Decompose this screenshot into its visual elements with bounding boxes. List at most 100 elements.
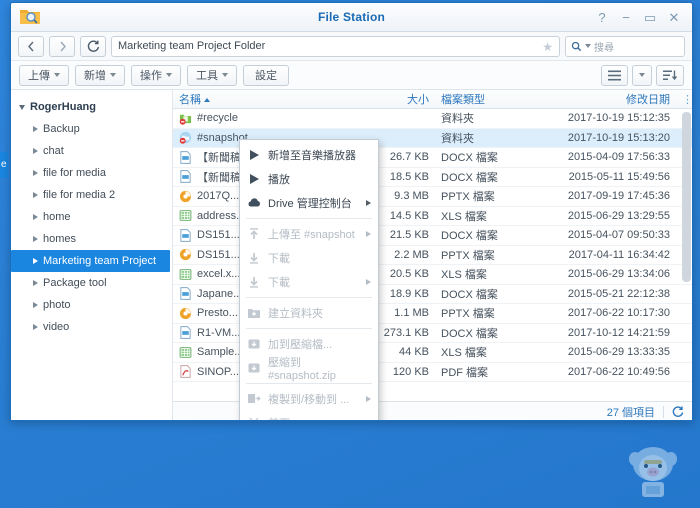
menu-item-upload-arrow: 上傳至 #snapshot (240, 222, 378, 246)
sidebar-item-marketing-team-project[interactable]: Marketing team Project (11, 250, 170, 272)
file-name: excel.x... (197, 268, 241, 281)
sidebar-item-home[interactable]: home (11, 206, 172, 228)
file-modified-date: 2017-09-19 17:45:36 (567, 190, 670, 203)
chevron-right-icon[interactable] (33, 236, 38, 242)
refresh-icon[interactable] (672, 406, 684, 418)
settings-button[interactable]: 設定 (243, 64, 289, 86)
vertical-scrollbar[interactable] (682, 110, 691, 400)
file-type: DOCX 檔案 (441, 288, 498, 301)
file-modified-date: 2017-10-19 15:12:35 (567, 112, 670, 125)
chevron-right-icon[interactable] (33, 192, 38, 198)
pptx-icon (179, 190, 192, 202)
menu-item-new-folder: 建立資料夾 (240, 301, 378, 325)
search-input[interactable]: 搜尋 (565, 35, 685, 57)
menu-item-cloud[interactable]: Drive 管理控制台 (240, 191, 378, 215)
sidebar-root-rogerhuang[interactable]: RogerHuang (11, 96, 172, 118)
archive-icon (248, 363, 260, 373)
star-icon[interactable]: ★ (542, 40, 553, 54)
forward-button[interactable] (49, 35, 75, 57)
action-button[interactable]: 操作 (131, 64, 181, 86)
tools-button-label: 工具 (196, 70, 218, 82)
sidebar-item-file-for-media[interactable]: file for media (11, 162, 172, 184)
menu-separator (246, 218, 372, 219)
main-toolbar: 上傳 新增 操作 工具 設定 (11, 61, 692, 90)
file-type: PPTX 檔案 (441, 308, 495, 321)
copy-move-icon-wrap (247, 392, 261, 406)
chevron-left-icon (27, 41, 34, 51)
sort-ascending-icon (204, 98, 210, 103)
menu-item-download-arrow: 下載 (240, 270, 378, 294)
file-name: 2017Q... (197, 190, 240, 203)
file-type: DOCX 檔案 (441, 152, 498, 165)
create-button[interactable]: 新增 (75, 64, 125, 86)
docx-icon (180, 287, 191, 301)
file-type: DOCX 檔案 (441, 230, 498, 243)
upload-arrow-icon (250, 228, 258, 239)
sidebar-item-backup[interactable]: Backup (11, 118, 172, 140)
chevron-right-icon[interactable] (33, 126, 38, 132)
refresh-button[interactable] (80, 35, 106, 57)
left-edge-stub[interactable]: e (0, 152, 8, 178)
xls-icon (179, 268, 192, 280)
toolbar-right-group (601, 64, 684, 86)
column-header-type[interactable]: 檔案類型 (435, 91, 535, 107)
sidebar-item-label: Backup (43, 123, 80, 135)
xls-icon (179, 210, 192, 222)
sidebar-item-label: file for media 2 (43, 189, 116, 201)
chevron-right-icon[interactable] (33, 214, 38, 220)
sidebar-item-photo[interactable]: photo (11, 294, 172, 316)
window-titlebar[interactable]: File Station ? − ▭ ✕ (11, 3, 692, 32)
play-triangle-icon (250, 174, 259, 184)
column-header-size[interactable]: 大小 (363, 91, 435, 107)
tools-button[interactable]: 工具 (187, 64, 237, 86)
file-name-cell[interactable]: #recycle (173, 112, 363, 125)
path-input[interactable]: Marketing team Project Folder ★ (111, 35, 560, 57)
chevron-right-icon[interactable] (33, 280, 38, 286)
close-button[interactable]: ✕ (662, 7, 686, 27)
file-modified-date: 2015-05-11 15:49:56 (568, 170, 670, 183)
sort-button[interactable] (656, 64, 684, 86)
column-header-name[interactable]: 名稱 (173, 91, 363, 107)
back-button[interactable] (18, 35, 44, 57)
chevron-right-icon[interactable] (33, 302, 38, 308)
file-modified-date: 2015-06-29 13:29:55 (567, 209, 670, 222)
upload-button[interactable]: 上傳 (19, 64, 69, 86)
chevron-down-icon (222, 73, 228, 77)
chevron-right-icon[interactable] (33, 258, 38, 264)
play-triangle-icon (250, 150, 259, 160)
table-row[interactable]: #recycle 資料夾 2017-10-19 15:12:35 (173, 109, 692, 129)
scrollbar-thumb[interactable] (682, 112, 691, 282)
minimize-button[interactable]: − (614, 7, 638, 27)
new-folder-icon (248, 309, 260, 318)
sidebar-item-label: photo (43, 299, 71, 311)
play-triangle-icon-wrap (247, 148, 261, 162)
help-button[interactable]: ? (590, 7, 614, 27)
view-mode-dropdown[interactable] (632, 64, 652, 86)
chevron-down-icon (639, 73, 645, 77)
file-context-menu[interactable]: 新增至音樂播放器 播放 Drive 管理控制台 上傳至 #snapshot 下載 下載 建立… (239, 139, 379, 420)
file-modified-date: 2015-04-07 09:50:33 (567, 229, 670, 242)
maximize-button[interactable]: ▭ (638, 7, 662, 27)
sidebar-item-file-for-media-2[interactable]: file for media 2 (11, 184, 172, 206)
chevron-right-icon[interactable] (33, 324, 38, 330)
chevron-down-icon[interactable] (585, 44, 591, 48)
view-mode-button[interactable] (601, 64, 628, 86)
menu-item-play-triangle[interactable]: 新增至音樂播放器 (240, 143, 378, 167)
file-type: PDF 檔案 (441, 366, 489, 379)
chevron-right-icon[interactable] (33, 148, 38, 154)
file-type: PPTX 檔案 (441, 249, 495, 262)
scissors-icon (249, 417, 259, 420)
column-options-icon[interactable]: ⋮ (676, 93, 692, 106)
menu-item-download-arrow: 下載 (240, 246, 378, 270)
sidebar-item-package-tool[interactable]: Package tool (11, 272, 172, 294)
menu-item-label: 壓縮到 #snapshot.zip (268, 357, 336, 382)
column-header-date[interactable]: 修改日期 (535, 91, 676, 107)
menu-item-play-triangle[interactable]: 播放 (240, 167, 378, 191)
sidebar-item-homes[interactable]: homes (11, 228, 172, 250)
chevron-right-icon[interactable] (33, 170, 38, 176)
sidebar-item-chat[interactable]: chat (11, 140, 172, 162)
upload-arrow-icon-wrap (247, 227, 261, 241)
file-modified-date: 2015-06-29 13:34:06 (567, 268, 670, 281)
file-type: XLS 檔案 (441, 210, 487, 223)
sidebar-item-video[interactable]: video (11, 316, 172, 338)
